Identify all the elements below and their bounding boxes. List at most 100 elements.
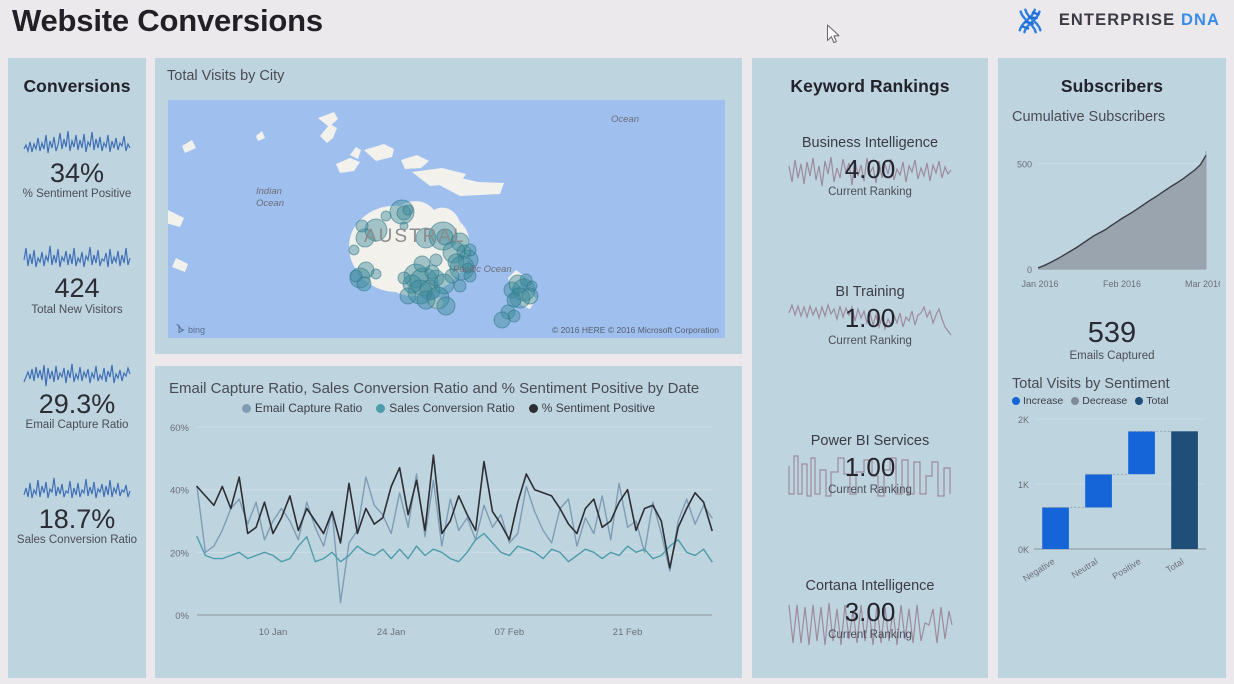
- svg-text:Pacific Ocean: Pacific Ocean: [453, 264, 512, 275]
- sparkline-email-capture-ratio: [23, 363, 131, 386]
- legend-dot-icon: [241, 403, 251, 413]
- keyword-graphic: 3.00 Current Ranking: [752, 595, 988, 649]
- kpi-sales-conversion-ratio[interactable]: 18.7% Sales Conversion Ratio: [8, 471, 146, 546]
- brand-name: ENTERPRISE: [1058, 10, 1176, 29]
- keyword-graphic: 1.00 Current Ranking: [752, 301, 988, 355]
- subscribers-panel: Subscribers Cumulative Subscribers 0 500 J…: [998, 58, 1226, 678]
- kpi-label: Email Capture Ratio: [25, 419, 129, 432]
- conversions-panel: Conversions 34% % Sentiment Positive 424…: [8, 58, 146, 678]
- kpi-value: 34%: [49, 158, 105, 188]
- keyword-graphic: 1.00 Current Ranking: [752, 450, 988, 504]
- emails-captured-label: Emails Captured: [1069, 350, 1155, 362]
- line-chart-plot[interactable]: 0% 20% 40% 60% 10 Jan 24 Jan 07 Feb 21 Feb: [155, 417, 730, 653]
- legend-dot-icon: [1135, 397, 1144, 405]
- svg-text:10 Jan: 10 Jan: [259, 627, 288, 638]
- bing-icon: [176, 324, 185, 334]
- line-chart-panel: Email Capture Ratio, Sales Conversion Ra…: [155, 366, 742, 678]
- legend-item-email-capture-ratio[interactable]: Email Capture Ratio: [241, 401, 363, 415]
- legend-dot-icon: [376, 403, 386, 413]
- legend-label: Sales Conversion Ratio: [389, 401, 515, 415]
- legend-label: Increase: [1023, 395, 1064, 407]
- keyword-card-bi-training[interactable]: BI Training 1.00 Current Ranking: [752, 284, 988, 355]
- total-visits-by-sentiment-title: Total Visits by Sentiment: [1012, 376, 1170, 392]
- keyword-value: 1.00: [844, 452, 896, 482]
- svg-text:500: 500: [1017, 160, 1032, 170]
- keyword-sublabel: Current Ranking: [828, 629, 912, 641]
- legend-dot-icon: [1071, 397, 1080, 405]
- keyword-sublabel: Current Ranking: [828, 335, 912, 347]
- svg-text:24 Jan: 24 Jan: [377, 627, 406, 638]
- map-graphic: Indian Ocean Pacific Ocean Ocean AUSTRAL: [168, 100, 725, 338]
- kpi-label: Sales Conversion Ratio: [16, 534, 138, 547]
- keyword-sublabel: Current Ranking: [828, 186, 912, 198]
- keyword-graphic: 4.00 Current Ranking: [752, 152, 988, 206]
- waterfall-chart-plot[interactable]: 0K 1K 2K Negative Neutral Positive Total: [1004, 409, 1220, 607]
- svg-text:Indian: Indian: [256, 186, 282, 197]
- line-chart-title: Email Capture Ratio, Sales Conversion Ra…: [169, 380, 700, 397]
- svg-text:Mar 2016: Mar 2016: [1185, 279, 1220, 289]
- svg-text:Positive: Positive: [1111, 556, 1143, 581]
- svg-text:Neutral: Neutral: [1070, 556, 1100, 580]
- conversions-heading: Conversions: [23, 76, 131, 96]
- kpi-label: Total New Visitors: [31, 303, 123, 316]
- svg-text:Total: Total: [1164, 556, 1185, 575]
- keyword-value: 1.00: [844, 303, 896, 333]
- keyword-name: Cortana Intelligence: [805, 578, 935, 594]
- kpi-label: % Sentiment Positive: [22, 188, 132, 201]
- dna-helix-icon: [1018, 8, 1042, 34]
- map-canvas[interactable]: Indian Ocean Pacific Ocean Ocean AUSTRAL…: [168, 100, 725, 338]
- legend-dot-icon: [528, 403, 538, 413]
- legend-item-increase[interactable]: Increase: [1012, 395, 1063, 407]
- keyword-name: Business Intelligence: [801, 135, 939, 151]
- kpi-total-new-visitors[interactable]: 424 Total New Visitors: [8, 240, 146, 316]
- keyword-value: 3.00: [844, 597, 896, 627]
- legend-label: % Sentiment Positive: [541, 401, 656, 415]
- legend-dot-icon: [1012, 397, 1020, 405]
- svg-text:07 Feb: 07 Feb: [495, 627, 525, 638]
- svg-text:Ocean: Ocean: [611, 114, 639, 125]
- svg-text:Negative: Negative: [1021, 556, 1056, 583]
- waterfall-legend: Increase Decrease Total: [998, 395, 1226, 407]
- keyword-rankings-heading: Keyword Rankings: [790, 76, 950, 96]
- dashboard-root: Website Conversions ENTERPRISE DNA Conve…: [0, 0, 1234, 684]
- cumulative-subscribers-title: Cumulative Subscribers: [1012, 109, 1166, 125]
- line-chart-legend: Email Capture Ratio Sales Conversion Rat…: [155, 401, 742, 415]
- kpi-sentiment-positive[interactable]: 34% % Sentiment Positive: [8, 125, 146, 200]
- keyword-card-power-bi-services[interactable]: Power BI Services 1.00 Current Ranking: [752, 433, 988, 504]
- legend-item-total[interactable]: Total: [1135, 395, 1168, 407]
- svg-text:0: 0: [1027, 265, 1032, 275]
- subscribers-heading: Subscribers: [1060, 76, 1164, 96]
- map-card-title: Total Visits by City: [167, 68, 285, 84]
- svg-text:21 Feb: 21 Feb: [613, 627, 643, 638]
- svg-text:Feb 2016: Feb 2016: [1103, 279, 1141, 289]
- kpi-value: 29.3%: [38, 388, 116, 419]
- keyword-card-cortana-intelligence[interactable]: Cortana Intelligence 3.00 Current Rankin…: [752, 578, 988, 649]
- legend-item-decrease[interactable]: Decrease: [1071, 395, 1127, 407]
- kpi-value: 18.7%: [38, 504, 116, 535]
- bing-logo[interactable]: bing: [176, 324, 205, 335]
- svg-text:2K: 2K: [1018, 415, 1029, 425]
- map-panel: Total Visits by City Indian Ocean Pacifi…: [155, 58, 742, 354]
- brand-logo-group: ENTERPRISE DNA: [1012, 5, 1220, 35]
- legend-label: Email Capture Ratio: [254, 401, 363, 415]
- brand-text: ENTERPRISE DNA: [1059, 11, 1220, 30]
- svg-text:40%: 40%: [170, 486, 190, 497]
- svg-text:0%: 0%: [175, 611, 189, 622]
- bing-label: bing: [188, 324, 206, 335]
- legend-item-sales-conversion-ratio[interactable]: Sales Conversion Ratio: [376, 401, 515, 415]
- keyword-value: 4.00: [844, 154, 896, 184]
- svg-text:AUSTRAL: AUSTRAL: [364, 226, 466, 247]
- page-title: Website Conversions: [12, 3, 323, 38]
- kpi-value: 424: [54, 273, 100, 304]
- emails-captured-value: 539: [1087, 317, 1137, 349]
- legend-label: Decrease: [1082, 395, 1128, 407]
- legend-item-sentiment-positive[interactable]: % Sentiment Positive: [528, 401, 656, 415]
- svg-text:60%: 60%: [170, 423, 190, 434]
- keyword-card-business-intelligence[interactable]: Business Intelligence 4.00 Current Ranki…: [752, 135, 988, 206]
- keyword-rankings-panel: Keyword Rankings Business Intelligence 4…: [752, 58, 988, 678]
- map-attribution: © 2016 HERE © 2016 Microsoft Corporation: [551, 325, 719, 335]
- kpi-email-capture-ratio[interactable]: 29.3% Email Capture Ratio: [8, 356, 146, 431]
- svg-text:1K: 1K: [1018, 480, 1029, 490]
- svg-text:Jan 2016: Jan 2016: [1021, 279, 1058, 289]
- cumulative-subscribers-chart[interactable]: 0 500 Jan 2016 Feb 2016 Mar 2016: [1004, 129, 1220, 311]
